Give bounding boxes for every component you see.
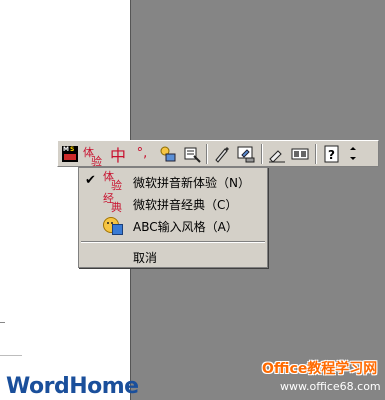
abc-style-icon <box>103 216 123 235</box>
menu-item-label: 微软拼音新体验（N） <box>133 176 250 190</box>
menu-item-pinyin-classic[interactable]: 经典 微软拼音经典（C） <box>79 192 267 214</box>
site-watermark: Office教程学习网 <box>262 361 378 377</box>
pinyin-new-icon: 体验 <box>103 170 122 192</box>
tool-edit-icon[interactable] <box>182 143 202 164</box>
page-rule <box>0 355 22 356</box>
ime-style-menu: ✔ 体验 微软拼音新体验（N） 经典 微软拼音经典（C） ABC输入风格（A） … <box>78 167 268 268</box>
chinese-mode-button[interactable]: 中 <box>108 143 128 165</box>
ime-language-bar: MS 体验 中 °, ? <box>57 140 379 168</box>
menu-item-pinyin-new[interactable]: ✔ 体验 微软拼音新体验（N） <box>79 170 267 192</box>
properties-icon[interactable] <box>290 143 310 164</box>
checkmark-icon: ✔ <box>85 173 96 188</box>
menu-item-cancel[interactable]: 取消 <box>79 246 267 266</box>
help-icon[interactable]: ? <box>322 143 342 164</box>
soft-keyboard-icon[interactable] <box>158 143 178 164</box>
options-arrow-icon[interactable] <box>347 143 359 164</box>
menu-separator <box>81 241 265 243</box>
pad-icon[interactable] <box>236 143 256 164</box>
menu-item-abc-style[interactable]: ABC输入风格（A） <box>79 215 267 235</box>
page-mark <box>0 322 5 323</box>
pen-icon[interactable] <box>267 143 287 164</box>
pinyin-mode-icon[interactable]: 体验 <box>82 143 104 168</box>
menu-item-label: 取消 <box>133 251 158 265</box>
ms-ime-icon[interactable]: MS <box>61 143 79 164</box>
handwriting-icon[interactable] <box>212 143 232 164</box>
site-watermark-url: www.office68.com <box>280 380 381 393</box>
svg-text:?: ? <box>328 148 335 162</box>
pinyin-classic-icon: 经典 <box>103 192 122 214</box>
menu-item-label: ABC输入风格（A） <box>133 220 238 234</box>
wordhome-logo: WordHome <box>6 374 139 399</box>
punctuation-mode-button[interactable]: °, <box>132 143 152 164</box>
menu-item-label: 微软拼音经典（C） <box>133 198 238 212</box>
